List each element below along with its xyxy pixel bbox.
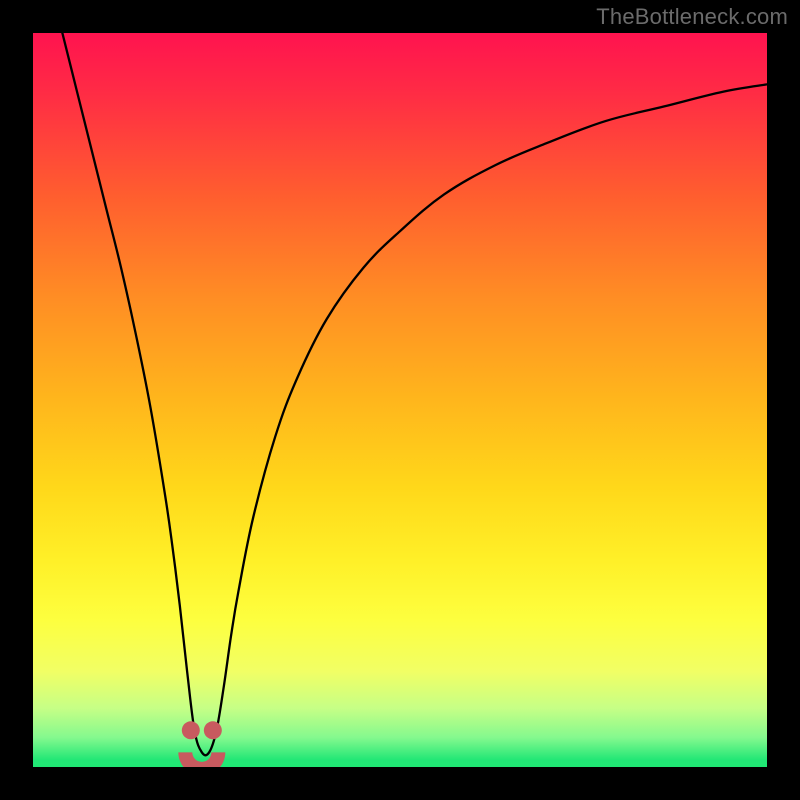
watermark-text: TheBottleneck.com xyxy=(596,4,788,30)
heat-gradient-background xyxy=(33,33,767,767)
bottleneck-chart xyxy=(33,33,767,767)
